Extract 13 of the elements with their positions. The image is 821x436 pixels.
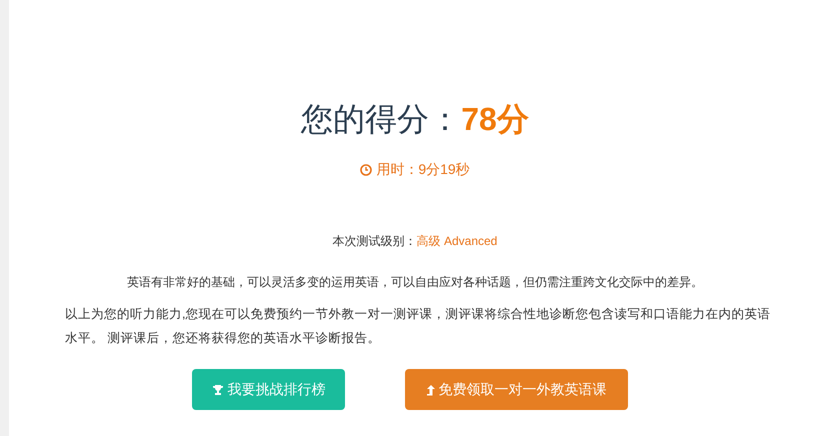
paragraph-line: 以上为您的听力能力,您现在可以免费预约一节外教一对一测评课，测评课将综合性地诊断您包含读写和口语能力在内的英语 (65, 306, 770, 323)
level-value: 高级 Advanced (416, 233, 498, 250)
leaderboard-button[interactable]: 我要挑战排行榜 (192, 369, 345, 410)
score-label: 您的得分： (301, 100, 462, 139)
trophy-icon (212, 384, 224, 396)
description-text: 英语有非常好的基础，可以灵活多变的运用英语，可以自由应对各种话题，但仍需注重跨文化交际中的差异。 (127, 274, 703, 291)
upload-arrow-icon (426, 384, 434, 396)
paragraph-line: 水平。 测评课后，您还将获得您的英语水平诊断报告。 (65, 330, 382, 347)
free-lesson-button[interactable]: 免费领取一对一外教英语课 (405, 369, 628, 410)
level-label: 本次测试级别： (332, 233, 417, 250)
score-value: 78分 (461, 100, 529, 139)
clock-icon (360, 164, 372, 176)
elapsed-time: 用时：9分19秒 (376, 160, 470, 179)
